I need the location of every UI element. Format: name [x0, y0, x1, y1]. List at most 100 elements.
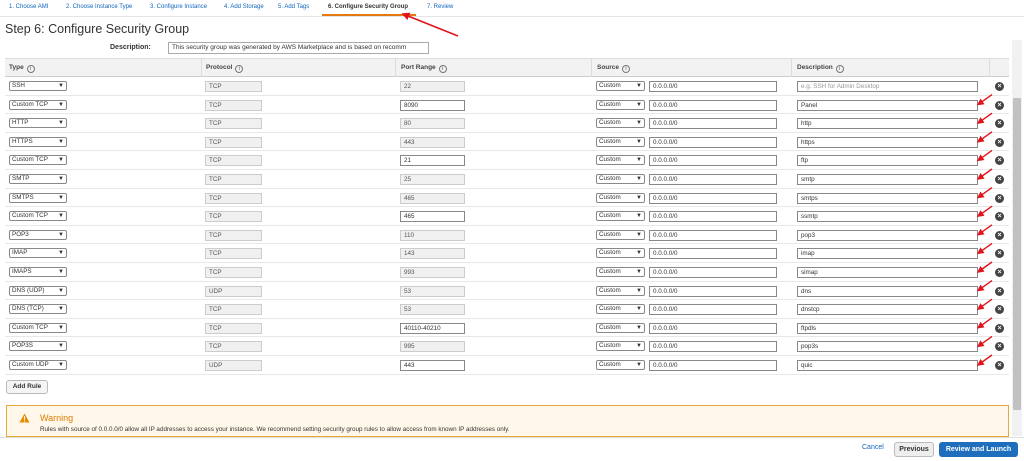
- close-circle-icon[interactable]: ×: [995, 174, 1004, 184]
- rule-description-input[interactable]: ftpdls: [797, 322, 978, 334]
- rule-description-input[interactable]: pop3: [797, 229, 978, 241]
- rule-source-select[interactable]: Custom ▼: [596, 266, 645, 277]
- close-circle-icon[interactable]: ×: [995, 323, 1004, 333]
- rule-type-select[interactable]: SMTPS ▼: [9, 192, 67, 203]
- rule-source-select[interactable]: Custom ▼: [596, 192, 645, 203]
- close-circle-icon[interactable]: ×: [995, 249, 1004, 259]
- page-scrollbar[interactable]: [1012, 40, 1022, 436]
- rule-type-select[interactable]: Custom TCP ▼: [9, 99, 67, 110]
- rule-cidr-input[interactable]: 0.0.0.0/0: [649, 81, 777, 92]
- rule-source-select[interactable]: Custom ▼: [596, 359, 645, 370]
- rule-description-input[interactable]: imap: [797, 248, 978, 260]
- rule-cidr-input[interactable]: 0.0.0.0/0: [649, 192, 777, 204]
- rule-source-select[interactable]: Custom ▼: [596, 136, 645, 147]
- security-group-description-input[interactable]: This security group was generated by AWS…: [168, 42, 429, 54]
- rule-description-input[interactable]: simap: [797, 266, 978, 278]
- previous-button[interactable]: Previous: [894, 442, 934, 457]
- close-circle-icon[interactable]: ×: [995, 193, 1004, 203]
- rule-description-input[interactable]: ssmtp: [797, 211, 978, 223]
- rule-type-select[interactable]: SMTP ▼: [9, 173, 67, 184]
- rule-cidr-input[interactable]: 0.0.0.0/0: [649, 285, 777, 297]
- rule-source-select[interactable]: Custom ▼: [596, 248, 645, 259]
- rule-source-select[interactable]: Custom ▼: [596, 304, 645, 315]
- rule-description-input[interactable]: https: [797, 136, 978, 148]
- rule-type-select[interactable]: HTTPS ▼: [9, 136, 67, 147]
- add-rule-button[interactable]: Add Rule: [6, 380, 48, 394]
- rule-cidr-input[interactable]: 0.0.0.0/0: [649, 118, 777, 130]
- rule-description-input[interactable]: quic: [797, 359, 978, 371]
- step-configure-instance[interactable]: 3. Configure Instance: [150, 4, 207, 10]
- step-add-tags[interactable]: 5. Add Tags: [278, 4, 309, 10]
- rule-source-select[interactable]: Custom ▼: [596, 322, 645, 333]
- rule-description-input[interactable]: dnstcp: [797, 304, 978, 316]
- close-circle-icon[interactable]: ×: [995, 119, 1004, 129]
- cancel-button[interactable]: Cancel: [862, 444, 884, 451]
- scrollbar-thumb[interactable]: [1013, 98, 1021, 410]
- rule-cidr-input[interactable]: 0.0.0.0/0: [649, 99, 777, 111]
- rule-source-select[interactable]: Custom ▼: [596, 118, 645, 129]
- rule-type-select[interactable]: SSH ▼: [9, 81, 67, 91]
- rule-cidr-input[interactable]: 0.0.0.0/0: [649, 359, 777, 371]
- rule-cidr-input[interactable]: 0.0.0.0/0: [649, 266, 777, 278]
- rule-cidr-input[interactable]: 0.0.0.0/0: [649, 229, 777, 241]
- close-circle-icon[interactable]: ×: [995, 100, 1004, 110]
- rule-source-select[interactable]: Custom ▼: [596, 99, 645, 110]
- info-icon[interactable]: i: [835, 65, 844, 73]
- rule-description-input[interactable]: ftp: [797, 155, 978, 167]
- rule-type-select[interactable]: Custom TCP ▼: [9, 322, 67, 333]
- rule-type-select[interactable]: Custom TCP ▼: [9, 155, 67, 166]
- rule-source-select[interactable]: Custom ▼: [596, 155, 645, 166]
- close-circle-icon[interactable]: ×: [995, 212, 1004, 222]
- close-circle-icon[interactable]: ×: [995, 82, 1004, 91]
- close-circle-icon[interactable]: ×: [995, 286, 1004, 296]
- rule-type-select[interactable]: IMAPS ▼: [9, 266, 67, 277]
- rule-source-select[interactable]: Custom ▼: [596, 285, 645, 296]
- info-icon[interactable]: i: [622, 65, 631, 73]
- step-configure-security-group[interactable]: 6. Configure Security Group: [328, 4, 408, 10]
- rule-description-input[interactable]: e.g. SSH for Admin Desktop: [797, 81, 978, 92]
- rule-source-select[interactable]: Custom ▼: [596, 211, 645, 222]
- info-icon[interactable]: i: [26, 65, 35, 73]
- rule-cidr-input[interactable]: 0.0.0.0/0: [649, 304, 777, 316]
- rule-cidr-input[interactable]: 0.0.0.0/0: [649, 211, 777, 223]
- close-circle-icon[interactable]: ×: [995, 360, 1004, 370]
- rule-cidr-input[interactable]: 0.0.0.0/0: [649, 341, 777, 353]
- review-and-launch-button[interactable]: Review and Launch: [939, 442, 1018, 457]
- rule-port-range-input[interactable]: 8090: [400, 99, 465, 111]
- rule-description-input[interactable]: pop3s: [797, 341, 978, 353]
- rule-type-select[interactable]: DNS (UDP) ▼: [9, 285, 67, 296]
- rule-description-input[interactable]: smtps: [797, 192, 978, 204]
- rule-source-select[interactable]: Custom ▼: [596, 229, 645, 240]
- rule-source-select[interactable]: Custom ▼: [596, 341, 645, 352]
- info-icon[interactable]: i: [235, 65, 244, 73]
- rule-description-input[interactable]: http: [797, 118, 978, 130]
- rule-type-select[interactable]: IMAP ▼: [9, 248, 67, 259]
- rule-type-select[interactable]: DNS (TCP) ▼: [9, 304, 67, 315]
- close-circle-icon[interactable]: ×: [995, 156, 1004, 166]
- close-circle-icon[interactable]: ×: [995, 305, 1004, 315]
- rule-type-select[interactable]: POP3 ▼: [9, 229, 67, 240]
- rule-source-select[interactable]: Custom ▼: [596, 173, 645, 184]
- rule-type-select[interactable]: Custom UDP ▼: [9, 359, 67, 370]
- rule-cidr-input[interactable]: 0.0.0.0/0: [649, 173, 777, 185]
- step-add-storage[interactable]: 4. Add Storage: [224, 4, 264, 10]
- rule-cidr-input[interactable]: 0.0.0.0/0: [649, 136, 777, 148]
- info-icon[interactable]: i: [438, 65, 447, 73]
- close-circle-icon[interactable]: ×: [995, 267, 1004, 277]
- step-choose-ami[interactable]: 1. Choose AMI: [9, 4, 48, 10]
- rule-cidr-input[interactable]: 0.0.0.0/0: [649, 248, 777, 260]
- rule-port-range-input[interactable]: 443: [400, 359, 465, 371]
- rule-source-select[interactable]: Custom ▼: [596, 81, 645, 91]
- close-circle-icon[interactable]: ×: [995, 342, 1004, 352]
- rule-description-input[interactable]: Panel: [797, 99, 978, 111]
- rule-cidr-input[interactable]: 0.0.0.0/0: [649, 155, 777, 167]
- rule-type-select[interactable]: Custom TCP ▼: [9, 211, 67, 222]
- rule-cidr-input[interactable]: 0.0.0.0/0: [649, 322, 777, 334]
- rule-port-range-input[interactable]: 40110-40210: [400, 322, 465, 334]
- rule-port-range-input[interactable]: 21: [400, 155, 465, 167]
- rule-description-input[interactable]: dns: [797, 285, 978, 297]
- rule-port-range-input[interactable]: 465: [400, 211, 465, 223]
- close-circle-icon[interactable]: ×: [995, 230, 1004, 240]
- rule-description-input[interactable]: smtp: [797, 173, 978, 185]
- rule-type-select[interactable]: POP3S ▼: [9, 341, 67, 352]
